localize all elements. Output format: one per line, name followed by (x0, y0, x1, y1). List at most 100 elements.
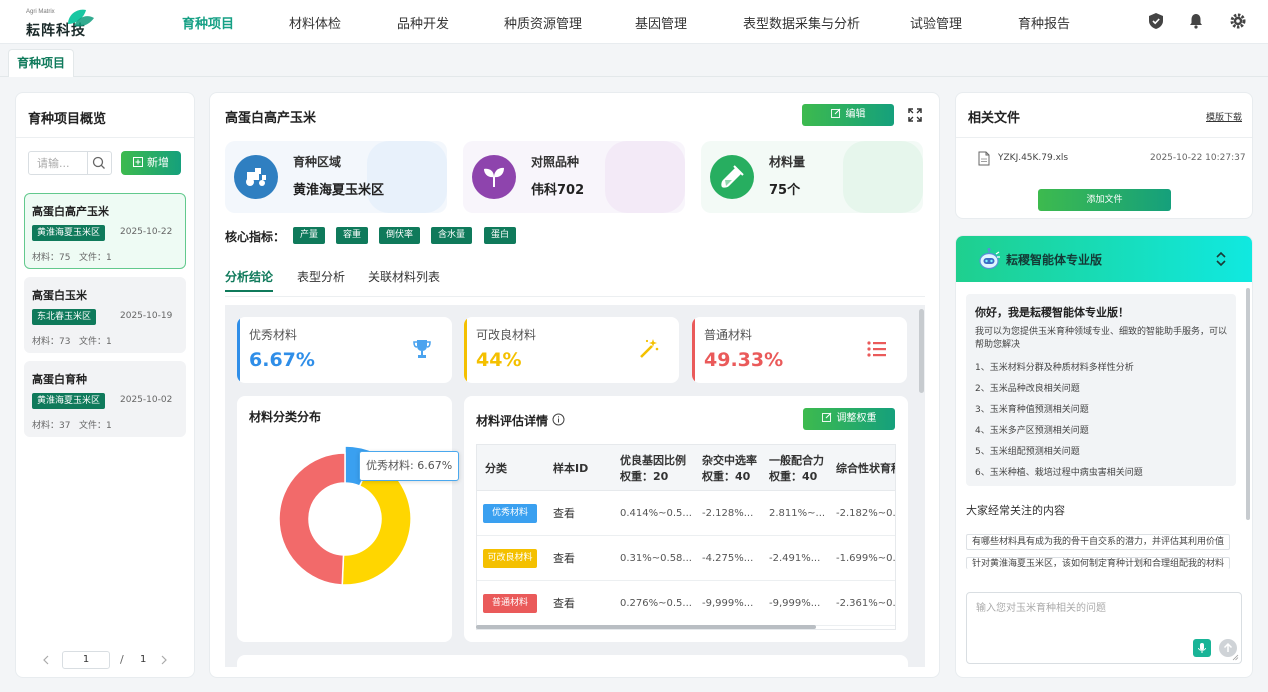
material-distribution-chart: 材料分类分布 优秀材料: 6.67% (237, 396, 460, 642)
file-icon (978, 151, 990, 166)
bell-icon[interactable] (1187, 12, 1205, 30)
capability-item: 3、玉米育种值预测相关问题 (975, 405, 1089, 415)
stat-label-excellent: 优秀材料 (249, 328, 298, 342)
expand-collapse-icon[interactable] (1214, 251, 1228, 267)
overview-divider (16, 137, 194, 138)
tab-related-materials[interactable]: 关联材料列表 (368, 268, 440, 285)
project-item-1[interactable]: 高蛋白玉米 东北春玉米区 2025-10-19 材料：73 文件：1 (24, 277, 186, 353)
column-header-category[interactable]: 分类 (485, 445, 507, 491)
ai-assistant-panel: 耘稷智能体专业版 你好，我是耘稷智能体专业版！ 我可以为您提供玉米育种领域专业、… (955, 235, 1253, 678)
view-sample-link[interactable]: 查看 (553, 536, 575, 581)
project-meta: 材料：75 文件：1 (32, 250, 112, 263)
project-detail-panel: 高蛋白高产玉米 编辑 育种区域 黄淮海夏玉米区 对照品种 伟科702 材料量 7… (209, 92, 940, 678)
column-header-gene-ratio[interactable]: 优良基因比例 权重：20 (620, 445, 686, 491)
suggested-question[interactable]: 有哪些材料具有成为我的骨干自交系的潜力，并评估其利用价值 (966, 534, 1230, 550)
file-item[interactable]: YZKJ.45K.79.xls 2025-10-22 10:27:37 (978, 151, 1246, 167)
cell-gca: 2.811%~... (769, 508, 826, 519)
assistant-scrollbar[interactable] (1246, 288, 1250, 520)
next-section-card (237, 655, 908, 667)
stat-accent-bar (237, 317, 240, 383)
column-header-trait[interactable]: 综合性状育种 (836, 445, 896, 491)
category-badge: 优秀材料 (483, 504, 537, 523)
adjust-weight-button[interactable]: 调整权重 (803, 408, 895, 430)
assistant-question-input[interactable] (967, 593, 1241, 639)
shield-icon[interactable] (1147, 12, 1165, 30)
page-number-input[interactable]: 1 (62, 651, 110, 669)
view-sample-link[interactable]: 查看 (553, 491, 575, 536)
edit-button[interactable]: 编辑 (802, 104, 894, 126)
donut-chart[interactable] (237, 396, 452, 642)
add-project-button[interactable]: 新增 (121, 151, 181, 175)
nav-item-germplasm[interactable]: 种质资源管理 (504, 13, 582, 32)
evaluation-table: 分类 样本ID 优良基因比例 权重：20 杂交中选率 权重：40 一般配合力 权重：4… (476, 444, 896, 630)
brand-logo[interactable]: Agri Matrix 耘阵科技 (26, 6, 106, 39)
metric-tag-yield: 产量 (293, 227, 326, 244)
related-files-panel: 相关文件 模版下载 YZKJ.45K.79.xls 2025-10-22 10:… (955, 92, 1253, 219)
project-item-0[interactable]: 高蛋白高产玉米 黄淮海夏玉米区 2025-10-22 材料：75 文件：1 (24, 193, 186, 269)
nav-item-gene-management[interactable]: 基因管理 (635, 13, 687, 32)
tabs-divider (225, 296, 925, 297)
fullscreen-icon[interactable] (907, 107, 923, 123)
top-navigation: Agri Matrix 耘阵科技 育种项目 材料体检 品种开发 种质资源管理 基… (0, 0, 1268, 44)
file-time: 2025-10-22 10:27:37 (1150, 153, 1246, 163)
cell-gca: -2.491%... (769, 553, 821, 564)
search-icon (92, 156, 105, 169)
cell-gca: -9,999%... (769, 598, 821, 609)
active-tab-indicator (225, 290, 273, 292)
table-horizontal-scrollbar[interactable] (476, 625, 816, 629)
chevron-left-icon[interactable] (41, 654, 51, 666)
resize-handle-icon[interactable] (1232, 654, 1239, 661)
pie-slice-2[interactable] (278, 452, 346, 586)
view-sample-link[interactable]: 查看 (553, 581, 575, 626)
nav-item-phenotype-analysis[interactable]: 表型数据采集与分析 (743, 13, 860, 32)
nav-item-trial-management[interactable]: 试验管理 (910, 13, 962, 32)
info-card-material-count: 材料量 75个 (701, 141, 923, 213)
stat-card-excellent: 优秀材料 6.67% (237, 317, 452, 383)
brand-leaf-icon (68, 9, 94, 27)
capability-item: 4、玉米多产区预测相关问题 (975, 426, 1089, 436)
file-name: YZKJ.45K.79.xls (998, 153, 1069, 163)
magic-wand-icon (640, 339, 659, 358)
cell-gene-ratio: 0.276%~0.5... (620, 598, 692, 609)
tab-breeding-projects[interactable]: 育种项目 (8, 49, 74, 77)
stat-value-normal: 49.33% (704, 349, 784, 371)
column-header-sample-id[interactable]: 样本ID (553, 445, 588, 491)
trophy-icon (413, 340, 431, 358)
cell-trait: -2.182%~0.1... (836, 508, 896, 519)
column-header-gca[interactable]: 一般配合力 权重：40 (769, 445, 824, 491)
voice-input-button[interactable] (1193, 639, 1211, 657)
cell-gene-ratio: 0.31%~0.58... (620, 553, 692, 564)
stat-accent-bar (692, 317, 695, 383)
header-title: 综合性状育种 (836, 462, 896, 475)
header-title: 优良基因比例 (620, 454, 686, 467)
info-card-region: 育种区域 黄淮海夏玉米区 (225, 141, 447, 213)
info-label-region: 育种区域 (293, 155, 342, 169)
nav-item-breeding-report[interactable]: 育种报告 (1018, 13, 1070, 32)
search-button[interactable] (87, 152, 111, 174)
header-weight: 权重：40 (769, 470, 818, 483)
project-overview-panel: 育种项目概览 新增 高蛋白高产玉米 黄淮海夏玉米区 2025-10-22 材料：… (15, 92, 195, 678)
stat-card-normal: 普通材料 49.33% (692, 317, 907, 383)
cell-hybrid-rate: -9,999%... (702, 598, 754, 609)
header-weight: 权重：40 (702, 470, 751, 483)
chevron-right-icon[interactable] (159, 654, 169, 666)
add-file-button[interactable]: 添加文件 (1038, 189, 1171, 211)
info-icon[interactable] (552, 413, 565, 426)
project-materials: 材料：73 (32, 337, 71, 347)
project-search-input[interactable] (29, 152, 89, 174)
tab-analysis-conclusion[interactable]: 分析结论 (225, 268, 273, 285)
analysis-vertical-scrollbar[interactable] (919, 309, 924, 393)
tab-phenotype-analysis[interactable]: 表型分析 (297, 268, 345, 285)
analysis-content: 优秀材料 6.67% 可改良材料 44% 普通材料 49.33% 材料分类分布 … (225, 305, 925, 667)
list-icon (867, 341, 886, 357)
assistant-title: 耘稷智能体专业版 (1006, 253, 1103, 267)
nav-item-breeding-projects[interactable]: 育种项目 (182, 13, 234, 32)
template-download-link[interactable]: 模版下载 (1206, 110, 1242, 123)
nav-item-variety-development[interactable]: 品种开发 (397, 13, 449, 32)
suggested-question[interactable]: 针对黄淮海夏玉米区，该如何制定育种计划和合理组配我的材料 (966, 557, 1230, 569)
gear-icon[interactable] (1229, 12, 1247, 30)
nav-item-material-check[interactable]: 材料体检 (289, 13, 341, 32)
page-tab-strip: 育种项目 (0, 44, 1268, 77)
column-header-hybrid-rate[interactable]: 杂交中选率 权重：40 (702, 445, 757, 491)
project-item-2[interactable]: 高蛋白育种 黄淮海夏玉米区 2025-10-02 材料：37 文件：1 (24, 361, 186, 437)
